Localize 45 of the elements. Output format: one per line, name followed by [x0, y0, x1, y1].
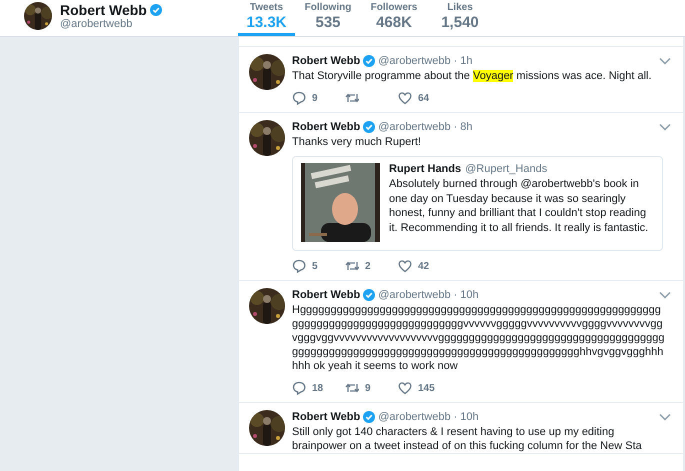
reply-icon[interactable] [292, 381, 306, 395]
tweet-time[interactable]: · 1h [454, 55, 473, 67]
tweet-time[interactable]: · 10h [454, 411, 479, 423]
reply-icon[interactable] [292, 259, 306, 273]
stat-tab[interactable]: Following 535 [295, 0, 361, 36]
quoted-tweet-text: Absolutely burned through @arobertwebb's book in one day on Tuesday because it was so searingly honest, funny and brilliant that I couldn't stop reading it. Recommending it to all friends. It really is fantastic. [389, 177, 650, 235]
profile-name: Robert Webb [60, 2, 147, 18]
heart-icon[interactable] [398, 259, 412, 273]
action-count: 9 [365, 382, 371, 394]
action-count: 18 [312, 382, 324, 394]
stat-tab[interactable]: Followers 468K [361, 0, 427, 36]
heart-icon[interactable] [398, 381, 412, 395]
retweet-icon[interactable] [345, 381, 359, 395]
profile-handle[interactable]: @arobertwebb [60, 18, 162, 31]
caret-icon[interactable] [659, 413, 671, 421]
tweet-text: Thanks very much Rupert! [292, 135, 422, 149]
tweet-text: Still only got 140 characters & I resent having to use up my editing brainpower on a tweet instead of on this fucking column for the New Sta [292, 425, 643, 453]
author-handle[interactable]: @arobertwebb [378, 121, 451, 133]
author-name[interactable]: Robert Webb [292, 121, 360, 133]
reply-icon[interactable] [292, 91, 306, 105]
caret-icon[interactable] [659, 123, 671, 131]
retweet-icon[interactable] [345, 259, 359, 273]
caret-icon[interactable] [659, 57, 671, 65]
author-handle[interactable]: @arobertwebb [378, 289, 451, 301]
author-name[interactable]: Robert Webb [292, 289, 360, 301]
author-handle[interactable]: @arobertwebb [378, 55, 451, 67]
quoted-tweet-card[interactable] [292, 156, 663, 251]
stat-tab[interactable]: Likes 1,540 [427, 0, 493, 36]
author-handle[interactable]: @arobertwebb [378, 411, 451, 423]
action-count: 64 [418, 92, 430, 104]
author-name[interactable]: Robert Webb [292, 411, 360, 423]
action-count: 145 [418, 382, 435, 394]
tweet-time[interactable]: · 8h [454, 121, 473, 133]
action-count: 5 [312, 260, 318, 272]
quoted-author-name: Rupert Hands [389, 163, 462, 175]
heart-icon[interactable] [398, 91, 412, 105]
caret-icon[interactable] [659, 291, 671, 299]
quoted-author-handle: @Rupert_Hands [465, 163, 548, 175]
retweet-icon[interactable] [345, 91, 359, 105]
action-count: 2 [365, 260, 371, 272]
author-name[interactable]: Robert Webb [292, 55, 360, 67]
action-count: 9 [312, 92, 318, 104]
tweet-text: Hgggggggggggggggggggggggggggggggggggggggggggggggggggggggggggggggggggggggggggggggggggggggvvvvvvgggggvvvvvvvvvvggggvvvvvvvvggvgggvggvvvvvvvvvvvvvvvvvvvgggggggggggggggggggggggggggggggggggggggggggggggggggggggggggggggggggggggggggggggggggghhvgvggvggghhhhhh ok yeah it seems to work now [292, 303, 666, 373]
tweet-time[interactable]: · 10h [454, 289, 479, 301]
action-count: 42 [418, 260, 430, 272]
